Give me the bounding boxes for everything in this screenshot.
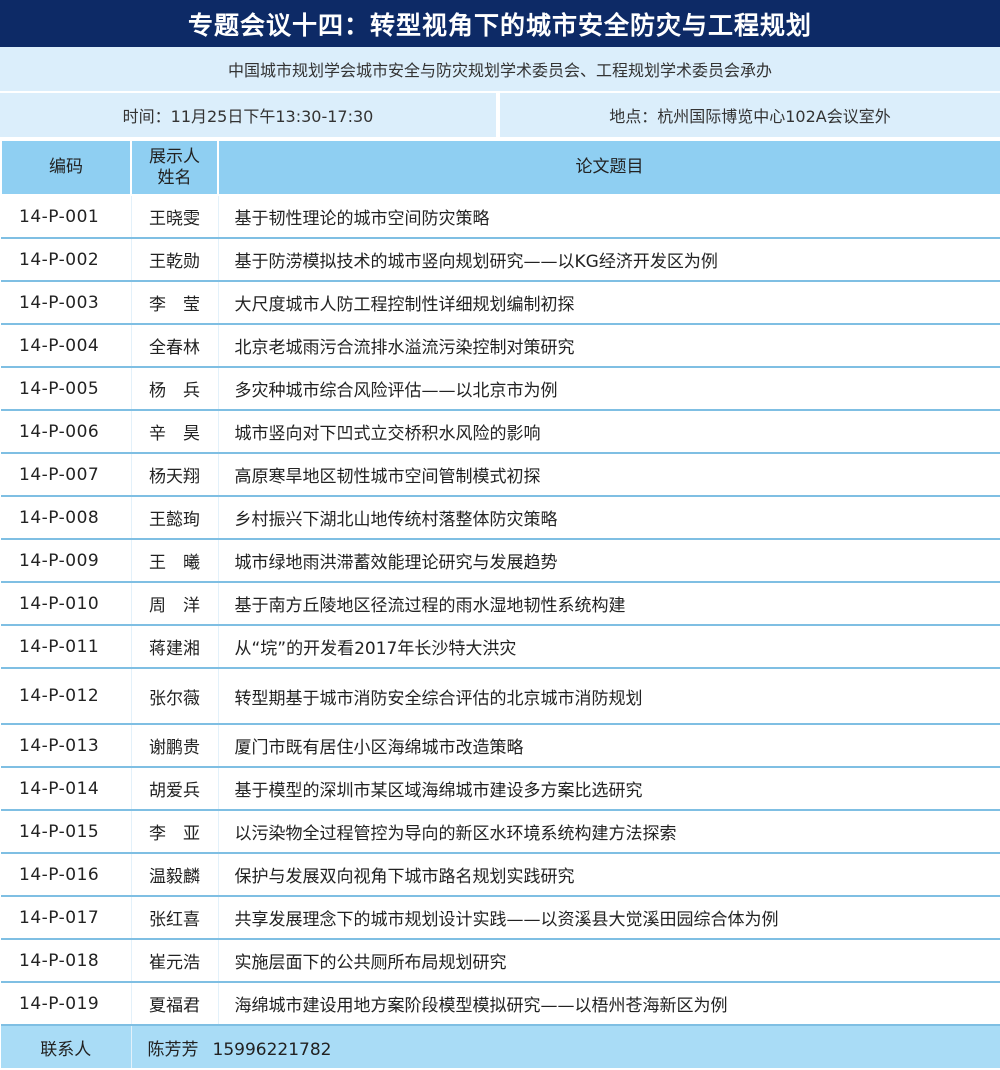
table-row: 14-P-012 张尔薇 转型期基于城市消防安全综合评估的北京城市消防规划 — [1, 668, 1000, 725]
paper-code: 14-P-011 — [1, 625, 132, 669]
table-row: 14-P-005 杨 兵多灾种城市综合风险评估——以北京市为例 — [1, 367, 1000, 411]
presenter-name: 王 曦 — [131, 539, 219, 583]
contact-row: 联系人 陈芳芳 15996221782 — [1, 1025, 1000, 1068]
paper-code: 14-P-002 — [1, 238, 132, 282]
table-row: 14-P-011 蒋建湘 从“垸”的开发看2017年长沙特大洪灾 — [1, 625, 1000, 669]
paper-code: 14-P-017 — [1, 896, 132, 940]
contact-phone: 15996221782 — [212, 1039, 332, 1060]
paper-title: 实施层面下的公共厕所布局规划研究 — [218, 939, 1000, 983]
page-title: 专题会议十四：转型视角下的城市安全防灾与工程规划 — [0, 0, 1000, 47]
table-row: 14-P-016 温毅麟 保护与发展双向视角下城市路名规划实践研究 — [1, 853, 1000, 897]
table-row: 14-P-019 夏福君 海绵城市建设用地方案阶段模型模拟研究——以梧州苍海新区为例 — [1, 982, 1000, 1026]
presenter-name: 王晓雯 — [131, 195, 219, 239]
paper-code: 14-P-016 — [1, 853, 132, 897]
paper-code: 14-P-015 — [1, 810, 132, 854]
column-header-code: 编码 — [0, 139, 132, 196]
contact-label: 联系人 — [1, 1025, 132, 1068]
contact-name: 陈芳芳 — [147, 1039, 199, 1060]
presenter-name: 夏福君 — [131, 982, 219, 1026]
paper-title: 北京老城雨污合流排水溢流污染控制对策研究 — [218, 324, 1000, 368]
paper-title: 保护与发展双向视角下城市路名规划实践研究 — [218, 853, 1000, 897]
presenter-name: 温毅麟 — [131, 853, 219, 897]
paper-title: 大尺度城市人防工程控制性详细规划编制初探 — [218, 281, 1000, 325]
paper-code: 14-P-008 — [1, 496, 132, 540]
presenter-name: 张尔薇 — [131, 668, 219, 725]
table-row: 14-P-006 辛 昊城市竖向对下凹式立交桥积水风险的影响 — [1, 410, 1000, 454]
paper-title: 基于模型的深圳市某区域海绵城市建设多方案比选研究 — [218, 767, 1000, 811]
presenter-name: 崔元浩 — [131, 939, 219, 983]
paper-title: 转型期基于城市消防安全综合评估的北京城市消防规划 — [218, 668, 1000, 725]
presenter-name: 王乾勋 — [131, 238, 219, 282]
presenter-name: 蒋建湘 — [131, 625, 219, 669]
paper-title: 城市绿地雨洪滞蓄效能理论研究与发展趋势 — [218, 539, 1000, 583]
paper-code: 14-P-006 — [1, 410, 132, 454]
presenter-name: 李 莹 — [131, 281, 219, 325]
paper-code: 14-P-007 — [1, 453, 132, 497]
presenter-name: 辛 昊 — [131, 410, 219, 454]
paper-title: 多灾种城市综合风险评估——以北京市为例 — [218, 367, 1000, 411]
paper-code: 14-P-001 — [1, 195, 132, 239]
paper-code: 14-P-005 — [1, 367, 132, 411]
paper-code: 14-P-019 — [1, 982, 132, 1026]
presenter-name: 胡爱兵 — [131, 767, 219, 811]
presenter-name: 全春林 — [131, 324, 219, 368]
paper-code: 14-P-010 — [1, 582, 132, 626]
paper-title: 高原寒旱地区韧性城市空间管制模式初探 — [218, 453, 1000, 497]
table-row: 14-P-002 王乾勋 基于防涝模拟技术的城市竖向规划研究——以KG经济开发区为例 — [1, 238, 1000, 282]
contact-info: 陈芳芳 15996221782 — [131, 1025, 1000, 1068]
table-row: 14-P-017 张红喜 共享发展理念下的城市规划设计实践——以资溪县大觉溪田园综合… — [1, 896, 1000, 940]
table-row: 14-P-010 周 洋基于南方丘陵地区径流过程的雨水湿地韧性系统构建 — [1, 582, 1000, 626]
presenter-name: 周 洋 — [131, 582, 219, 626]
column-header-presenter: 展示人姓名 — [130, 139, 219, 196]
paper-code: 14-P-013 — [1, 724, 132, 768]
presenter-name: 李 亚 — [131, 810, 219, 854]
paper-title: 以污染物全过程管控为导向的新区水环境系统构建方法探索 — [218, 810, 1000, 854]
presenter-name: 杨 兵 — [131, 367, 219, 411]
paper-title: 基于韧性理论的城市空间防灾策略 — [218, 195, 1000, 239]
paper-title: 海绵城市建设用地方案阶段模型模拟研究——以梧州苍海新区为例 — [218, 982, 1000, 1026]
paper-code: 14-P-003 — [1, 281, 132, 325]
paper-code: 14-P-009 — [1, 539, 132, 583]
table-header-row: 编码 展示人姓名 论文题目 — [0, 139, 1000, 196]
paper-code: 14-P-018 — [1, 939, 132, 983]
presenter-name: 杨天翔 — [131, 453, 219, 497]
presenter-name: 谢鹏贵 — [131, 724, 219, 768]
paper-table: 编码 展示人姓名 论文题目 14-P-001 王晓雯 基于韧性理论的城市空间防灾策略… — [0, 139, 1000, 1068]
paper-title: 从“垸”的开发看2017年长沙特大洪灾 — [218, 625, 1000, 669]
table-row: 14-P-008 王懿珣 乡村振兴下湖北山地传统村落整体防灾策略 — [1, 496, 1000, 540]
paper-title: 共享发展理念下的城市规划设计实践——以资溪县大觉溪田园综合体为例 — [218, 896, 1000, 940]
paper-title: 基于防涝模拟技术的城市竖向规划研究——以KG经济开发区为例 — [218, 238, 1000, 282]
table-row: 14-P-007 杨天翔 高原寒旱地区韧性城市空间管制模式初探 — [1, 453, 1000, 497]
table-row: 14-P-009 王 曦城市绿地雨洪滞蓄效能理论研究与发展趋势 — [1, 539, 1000, 583]
table-row: 14-P-001 王晓雯 基于韧性理论的城市空间防灾策略 — [1, 195, 1000, 239]
paper-code: 14-P-014 — [1, 767, 132, 811]
paper-title: 基于南方丘陵地区径流过程的雨水湿地韧性系统构建 — [218, 582, 1000, 626]
table-row: 14-P-004 全春林 北京老城雨污合流排水溢流污染控制对策研究 — [1, 324, 1000, 368]
paper-code: 14-P-012 — [1, 668, 132, 725]
table-row: 14-P-018 崔元浩 实施层面下的公共厕所布局规划研究 — [1, 939, 1000, 983]
paper-code: 14-P-004 — [1, 324, 132, 368]
paper-title: 乡村振兴下湖北山地传统村落整体防灾策略 — [218, 496, 1000, 540]
table-row: 14-P-013 谢鹏贵 厦门市既有居住小区海绵城市改造策略 — [1, 724, 1000, 768]
session-info-row: 时间：11月25日下午13:30-17:30 地点：杭州国际博览中心102A会议… — [0, 93, 1000, 139]
presenter-name: 王懿珣 — [131, 496, 219, 540]
table-row: 14-P-003 李 莹大尺度城市人防工程控制性详细规划编制初探 — [1, 281, 1000, 325]
paper-title: 城市竖向对下凹式立交桥积水风险的影响 — [218, 410, 1000, 454]
column-header-presenter-label: 展示人姓名 — [149, 146, 200, 188]
session-time: 时间：11月25日下午13:30-17:30 — [0, 93, 500, 137]
session-place: 地点：杭州国际博览中心102A会议室外 — [609, 107, 891, 126]
presenter-name: 张红喜 — [131, 896, 219, 940]
table-row: 14-P-015 李 亚以污染物全过程管控为导向的新区水环境系统构建方法探索 — [1, 810, 1000, 854]
column-header-title: 论文题目 — [217, 139, 1000, 196]
paper-title: 厦门市既有居住小区海绵城市改造策略 — [218, 724, 1000, 768]
organizer-line: 中国城市规划学会城市安全与防灾规划学术委员会、工程规划学术委员会承办 — [0, 47, 1000, 93]
table-row: 14-P-014 胡爱兵 基于模型的深圳市某区域海绵城市建设多方案比选研究 — [1, 767, 1000, 811]
